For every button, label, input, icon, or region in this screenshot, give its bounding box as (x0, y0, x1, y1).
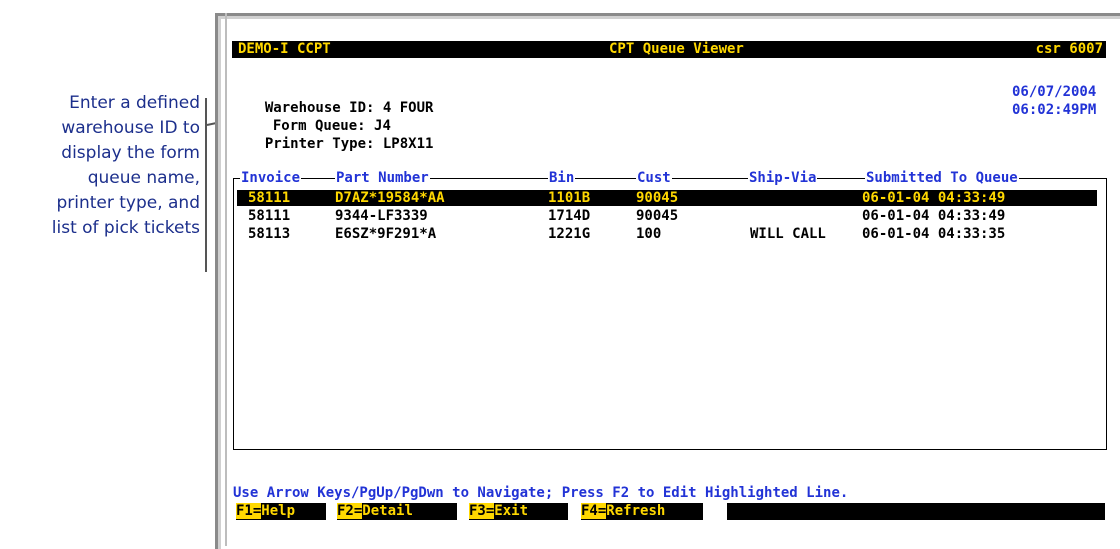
cell-part-number: D7AZ*19584*AA (335, 190, 445, 206)
col-bin: Bin (548, 170, 576, 186)
navigation-hint: Use Arrow Keys/PgUp/PgDwn to Navigate; P… (233, 485, 849, 501)
f2-key: F2= (337, 503, 363, 519)
table-row[interactable]: 58111 D7AZ*19584*AA 1101B 90045 06-01-04… (237, 190, 1097, 206)
title-bar: DEMO-I CCPT CPT Queue Viewer csr 6007 (232, 41, 1106, 58)
printer-type-value: LP8X11 (382, 136, 434, 152)
f1-label: Help (261, 503, 296, 519)
f4-key: F4= (581, 503, 607, 519)
f2-label: Detail (362, 503, 413, 519)
callout-annotation: Enter a defined warehouse ID to display … (0, 91, 200, 241)
cell-submitted: 06-01-04 04:33:49 (862, 208, 1006, 224)
user-id: csr 6007 (1035, 41, 1103, 57)
printer-type-row: Printer Type: LP8X11 (248, 120, 434, 152)
f1-help-button[interactable]: F1=Help (236, 503, 326, 520)
col-part-number: Part Number (335, 170, 430, 186)
current-time: 06:02:49PM (1012, 102, 1097, 118)
col-cust: Cust (636, 170, 672, 186)
callout-line-6: list of pick tickets (51, 218, 200, 238)
f2-detail-button[interactable]: F2=Detail (337, 503, 457, 520)
function-bar-fill (727, 503, 1105, 520)
screen-title: CPT Queue Viewer (609, 41, 744, 57)
cell-invoice: 58111 (248, 208, 291, 224)
app-name: DEMO-I CCPT (238, 41, 331, 57)
callout-line-2: warehouse ID to (61, 118, 200, 138)
f3-label: Exit (494, 503, 529, 519)
cell-bin: 1714D (548, 208, 591, 224)
cell-submitted: 06-01-04 04:33:49 (862, 190, 1006, 206)
cell-invoice: 58113 (248, 226, 291, 242)
table-row[interactable]: 58113 E6SZ*9F291*A 1221G 100 WILL CALL 0… (237, 226, 1097, 242)
cell-cust: 100 (636, 226, 662, 242)
callout-line-4: queue name, (87, 168, 200, 188)
col-ship-via: Ship-Via (748, 170, 818, 186)
cell-bin: 1101B (548, 190, 591, 206)
cell-invoice: 58111 (248, 190, 291, 206)
terminal-border (225, 13, 227, 546)
current-date: 06/07/2004 (1012, 84, 1097, 100)
callout-line-5: printer type, and (56, 193, 200, 213)
callout-line-1: Enter a defined (69, 93, 200, 113)
f3-exit-button[interactable]: F3=Exit (469, 503, 568, 520)
cell-ship-via: WILL CALL (750, 226, 826, 242)
table-row[interactable]: 58111 9344-LF3339 1714D 90045 06-01-04 0… (237, 208, 1097, 224)
cell-part-number: 9344-LF3339 (335, 208, 428, 224)
cell-cust: 90045 (636, 190, 679, 206)
f3-key: F3= (469, 503, 495, 519)
cell-part-number: E6SZ*9F291*A (335, 226, 437, 242)
cell-submitted: 06-01-04 04:33:35 (862, 226, 1006, 242)
col-invoice: Invoice (240, 170, 302, 186)
f4-label: Refresh (606, 503, 666, 519)
cell-bin: 1221G (548, 226, 591, 242)
f1-key: F1= (236, 503, 262, 519)
f4-refresh-button[interactable]: F4=Refresh (581, 503, 703, 520)
printer-type-label: Printer Type: (264, 136, 375, 152)
function-key-bar: F1=Help F2=Detail F3=Exit F4=Refresh (233, 503, 1105, 520)
col-submitted: Submitted To Queue (865, 170, 1019, 186)
cell-cust: 90045 (636, 208, 679, 224)
callout-line-3: display the form (61, 143, 200, 163)
